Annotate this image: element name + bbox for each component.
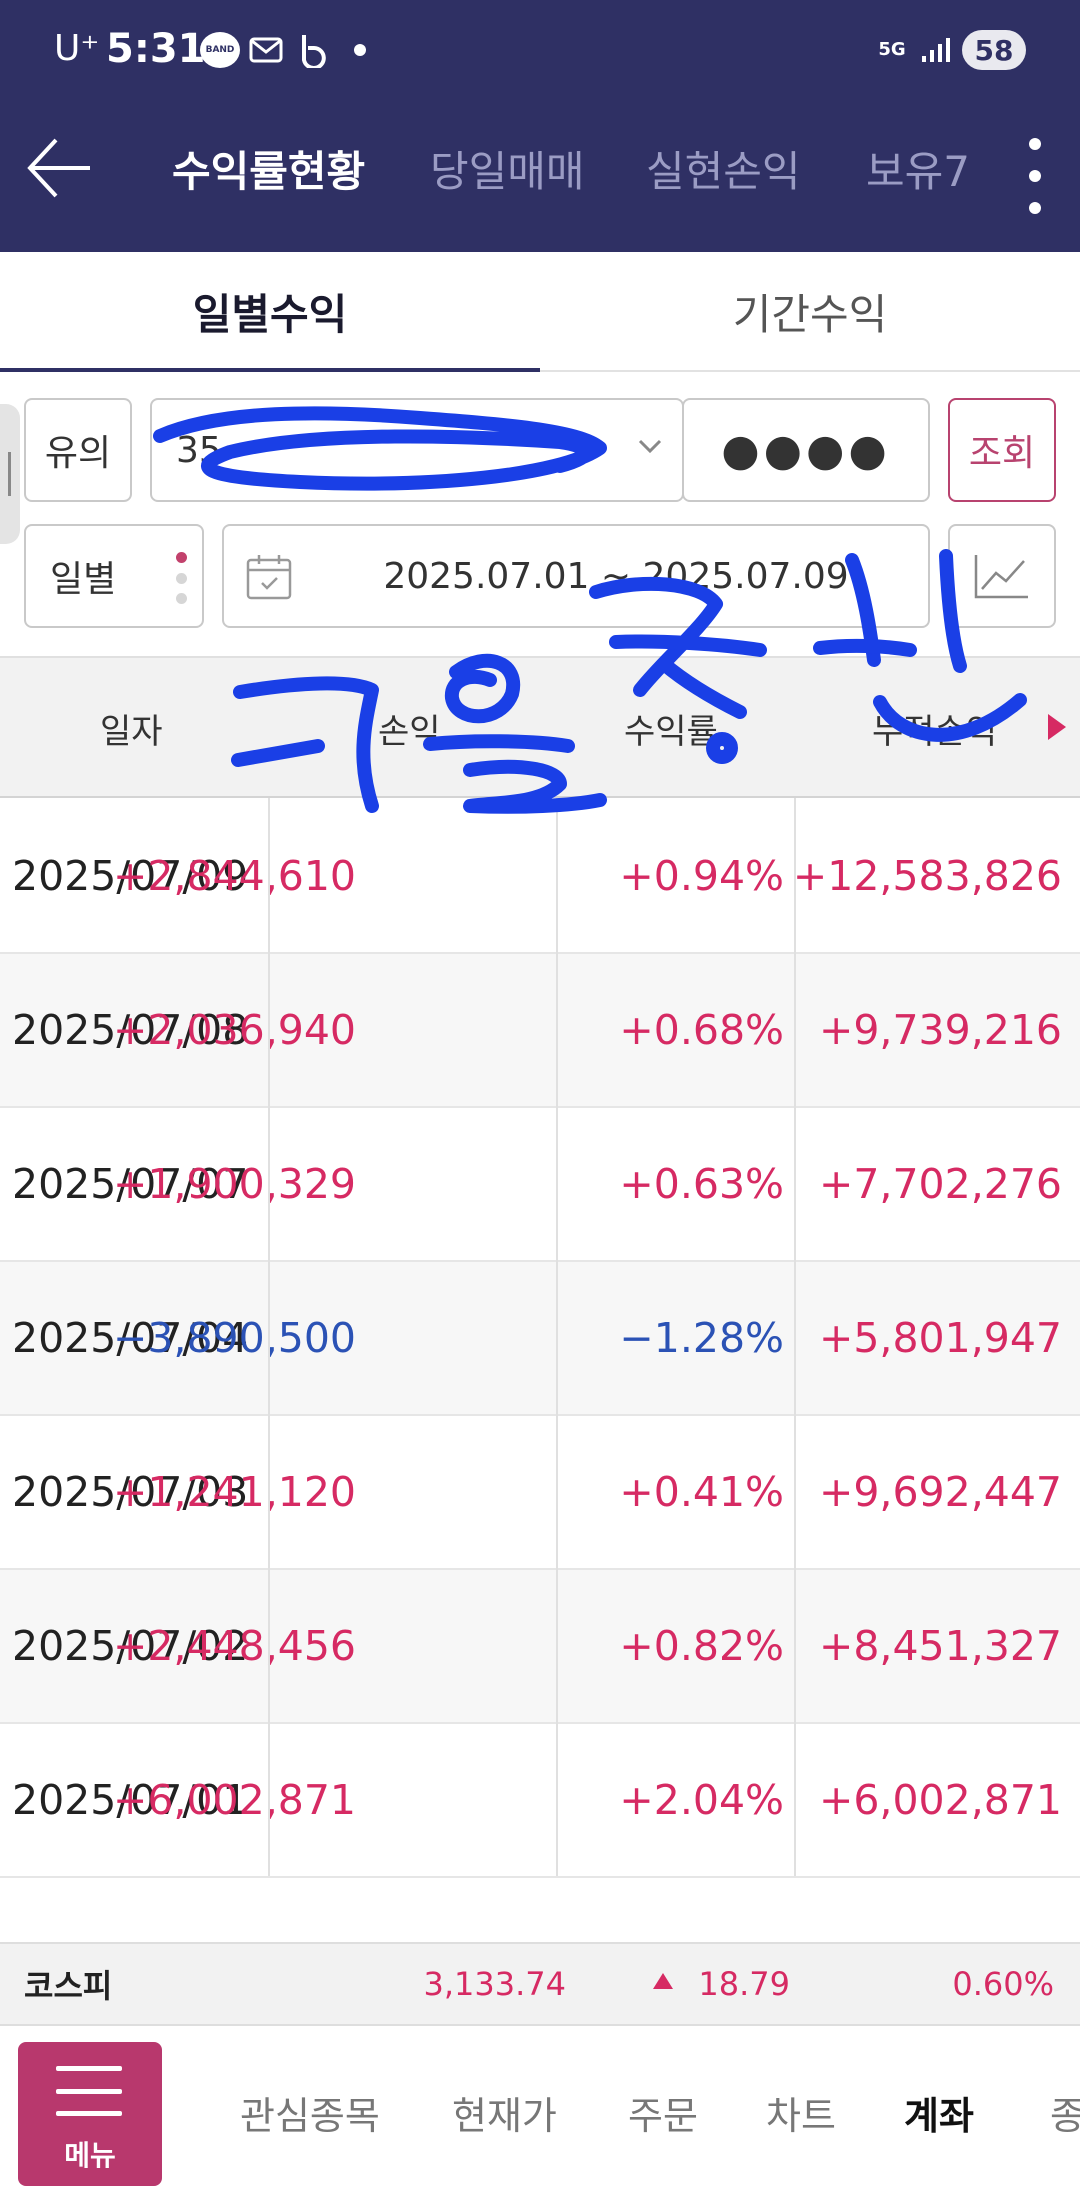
- row-rate: +0.41%: [619, 1468, 784, 1516]
- side-drawer-handle[interactable]: [0, 404, 20, 544]
- more-dot: [1029, 170, 1041, 182]
- password-mask: ●●●●: [721, 424, 891, 476]
- row-cumulative: +12,583,826: [792, 852, 1062, 900]
- band-app-icon: BAND: [200, 32, 240, 68]
- row-cumulative: +6,002,871: [818, 1776, 1062, 1824]
- kospi-index-bar[interactable]: 코스피 3,133.74 18.79 0.60%: [0, 1942, 1080, 2026]
- menu-label: 메뉴: [64, 2139, 116, 2172]
- nav-watchlist[interactable]: 관심종목: [240, 2026, 380, 2198]
- mail-icon: [248, 32, 284, 68]
- table-row[interactable]: 2025/07/01 +6,002,871 +2.04% +6,002,871: [0, 1724, 1080, 1878]
- account-type-button[interactable]: 유의: [24, 398, 132, 502]
- column-divider: [268, 798, 270, 1876]
- b-app-icon: [296, 32, 330, 68]
- kospi-value: 3,133.74: [423, 1965, 567, 2003]
- status-bar: U⁺ 5:31 BAND 5G 58: [0, 0, 1080, 100]
- notification-dot-icon: [352, 32, 368, 68]
- period-type-label: 일별: [50, 559, 117, 600]
- battery-badge: 58: [962, 30, 1026, 70]
- row-cumulative: +5,801,947: [818, 1314, 1062, 1362]
- row-rate: +0.94%: [619, 852, 784, 900]
- account-number-select[interactable]: 35: [150, 398, 684, 502]
- table-row[interactable]: 2025/07/04 −3,890,500 −1.28% +5,801,947: [0, 1262, 1080, 1416]
- table-row[interactable]: 2025/07/03 +1,241,120 +0.41% +9,692,447: [0, 1416, 1080, 1570]
- tab-realized-pl[interactable]: 실현손익: [646, 138, 801, 199]
- back-button[interactable]: [22, 128, 122, 208]
- row-pl: +6,002,871: [112, 1776, 356, 1824]
- tab-return-status[interactable]: 수익률현황: [172, 138, 365, 199]
- network-5g-icon: 5G: [878, 39, 906, 60]
- row-pl: +1,241,120: [112, 1468, 356, 1516]
- col-header-cumulative: 누적손익: [872, 711, 998, 752]
- row-cumulative: +9,692,447: [818, 1468, 1062, 1516]
- sub-tab-bar: 일별수익 기간수익: [0, 252, 1080, 372]
- up-triangle-icon: [653, 1973, 673, 1989]
- carrier-label: U⁺: [54, 28, 100, 69]
- more-dot: [1029, 138, 1041, 150]
- kospi-change-pct: 0.60%: [952, 1965, 1054, 2003]
- calendar-icon[interactable]: [244, 552, 294, 602]
- nav-overflow-item[interactable]: 종: [1050, 2026, 1080, 2198]
- table-row[interactable]: 2025/07/07 +1,900,329 +0.63% +7,702,276: [0, 1108, 1080, 1262]
- more-menu-button[interactable]: [1010, 132, 1060, 220]
- table-row[interactable]: 2025/07/02 +2,448,456 +0.82% +8,451,327: [0, 1570, 1080, 1724]
- app-header: U⁺ 5:31 BAND 5G 58 수익률현황 당일매매 실현손익 보유7: [0, 0, 1080, 252]
- date-range-value: 2025.07.01 ~ 2025.07.09: [383, 555, 849, 597]
- tab-holdings[interactable]: 보유7: [866, 138, 970, 199]
- col-header-pl: 손익: [378, 711, 441, 752]
- signal-icon: [918, 32, 954, 68]
- row-rate: +2.04%: [619, 1776, 784, 1824]
- menu-button[interactable]: 메뉴: [18, 2042, 162, 2186]
- table-row[interactable]: 2025/07/08 +2,036,940 +0.68% +9,739,216: [0, 954, 1080, 1108]
- row-pl: +1,900,329: [112, 1160, 356, 1208]
- subtab-daily-return[interactable]: 일별수익: [0, 252, 540, 372]
- nav-order[interactable]: 주문: [628, 2026, 698, 2198]
- top-tab-bar: 수익률현황 당일매매 실현손익 보유7: [0, 100, 1080, 252]
- row-pl: −3,890,500: [112, 1314, 356, 1362]
- password-field[interactable]: ●●●●: [682, 398, 930, 502]
- status-time: 5:31: [106, 26, 206, 72]
- kospi-change: 18.79: [698, 1965, 790, 2003]
- row-pl: +2,844,610: [112, 852, 356, 900]
- back-arrow-icon: [27, 138, 90, 198]
- account-number-value: 35: [176, 429, 222, 471]
- row-cumulative: +9,739,216: [818, 1006, 1062, 1054]
- date-range-field[interactable]: 2025.07.01 ~ 2025.07.09: [222, 524, 930, 628]
- row-cumulative: +8,451,327: [818, 1622, 1062, 1670]
- column-divider: [556, 798, 558, 1876]
- column-divider: [794, 798, 796, 1876]
- more-dot: [1029, 202, 1041, 214]
- chart-view-button[interactable]: [948, 524, 1056, 628]
- nav-account[interactable]: 계좌: [904, 2026, 974, 2198]
- col-header-date: 일자: [100, 711, 163, 752]
- period-type-indicator: [174, 552, 188, 604]
- chevron-down-icon[interactable]: [636, 432, 664, 460]
- row-pl: +2,448,456: [112, 1622, 356, 1670]
- row-rate: +0.68%: [619, 1006, 784, 1054]
- line-chart-icon: [974, 555, 1028, 599]
- tab-overflow-clip: 보유7: [860, 100, 1000, 252]
- table-header: 일자 손익 수익률 누적손익: [0, 656, 1080, 798]
- row-cumulative: +7,702,276: [818, 1160, 1062, 1208]
- nav-current-price[interactable]: 현재가: [452, 2026, 557, 2198]
- query-button[interactable]: 조회: [948, 398, 1056, 502]
- col-header-rate: 수익률: [624, 711, 718, 752]
- row-rate: +0.82%: [619, 1622, 784, 1670]
- table-row[interactable]: 2025/07/09 +2,844,610 +0.94% +12,583,826: [0, 800, 1080, 954]
- scroll-right-arrow-icon[interactable]: [1044, 710, 1070, 744]
- subtab-period-return[interactable]: 기간수익: [540, 252, 1080, 370]
- nav-chart[interactable]: 차트: [766, 2026, 836, 2198]
- row-rate: +0.63%: [619, 1160, 784, 1208]
- row-pl: +2,036,940: [112, 1006, 356, 1054]
- hamburger-icon: [56, 2066, 122, 2116]
- kospi-label: 코스피: [24, 1967, 113, 2005]
- row-rate: −1.28%: [619, 1314, 784, 1362]
- tab-daily-trade[interactable]: 당일매매: [430, 138, 585, 199]
- bottom-nav-bar: 메뉴 관심종목 현재가 주문 차트 계좌 종: [0, 2026, 1080, 2198]
